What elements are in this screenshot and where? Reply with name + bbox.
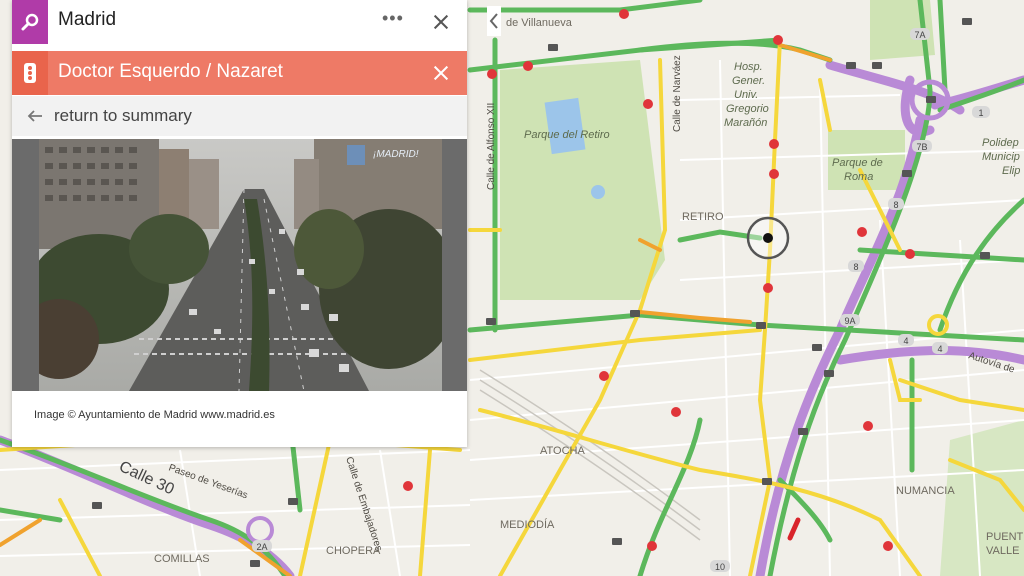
arrow-left-icon (27, 110, 42, 122)
svg-text:Univ.: Univ. (734, 89, 758, 101)
search-query[interactable]: Madrid (58, 9, 116, 31)
shield-4b: 4 (937, 344, 942, 354)
park-retiro-area (500, 60, 665, 300)
label-parque-retiro: Parque del Retiro (524, 129, 610, 141)
traffic-light-icon (24, 63, 36, 83)
shield-9a: 9A (844, 316, 855, 326)
return-to-summary-link[interactable]: return to summary (12, 96, 467, 136)
svg-text:Gener.: Gener. (732, 75, 765, 87)
search-icon (21, 13, 39, 31)
svg-text:Hosp.: Hosp. (734, 61, 763, 73)
search-bar: Madrid ••• (12, 0, 467, 44)
traffic-camera-panel: Madrid ••• Doctor Esquerdo / Nazaret ret… (12, 0, 467, 447)
camera-image-frame: ¡MADRID! (12, 139, 467, 391)
label-parque-roma-2: Roma (844, 171, 873, 183)
label-alfonso: Calle de Alfonso XII (486, 103, 497, 190)
more-options-button[interactable]: ••• (382, 8, 404, 29)
label-mediodia: MEDIODÍA (500, 518, 555, 531)
label-villanueva: de Villanueva (506, 17, 573, 29)
camera-title: Doctor Esquerdo / Nazaret (58, 61, 283, 82)
label-polidep-2: Municip (982, 151, 1020, 163)
selected-location-marker[interactable] (746, 216, 790, 260)
label-puente-2: VALLE (986, 545, 1019, 557)
shield-2a: 2A (256, 542, 267, 552)
shield-7a: 7A (914, 30, 925, 40)
camera-title-bar: Doctor Esquerdo / Nazaret (12, 51, 467, 95)
close-detail-icon[interactable] (432, 64, 450, 82)
shield-10: 10 (715, 562, 725, 572)
label-retiro: RETIRO (682, 211, 724, 223)
shield-8a: 8 (893, 200, 898, 210)
label-narvaez: Calle de Narváez (672, 55, 683, 132)
close-search-icon[interactable] (432, 13, 450, 31)
pond-shape (544, 97, 586, 155)
label-atocha: ATOCHA (540, 445, 585, 457)
shield-7b: 7B (916, 142, 927, 152)
collapse-panel-button[interactable] (487, 6, 501, 36)
svg-text:Gregorio: Gregorio (726, 103, 769, 115)
label-polidep-3: Elip (1002, 165, 1020, 177)
pond-small (591, 185, 605, 199)
chevron-left-icon (489, 13, 498, 29)
ellipsis-icon: ••• (382, 8, 404, 28)
traffic-light-badge (12, 51, 48, 95)
label-parque-roma-1: Parque de (832, 157, 883, 169)
label-puente-1: PUENT (986, 531, 1024, 543)
shield-4a: 4 (903, 336, 908, 346)
search-badge[interactable] (12, 0, 48, 44)
image-credit: Image © Ayuntamiento de Madrid www.madri… (34, 409, 275, 421)
shield-8b: 8 (853, 262, 858, 272)
madrid-watermark: ¡MADRID! (373, 149, 419, 160)
shield-1: 1 (978, 108, 983, 118)
label-polidep-1: Polidep (982, 137, 1019, 149)
svg-text:Marañón: Marañón (724, 117, 767, 129)
traffic-camera-image[interactable]: ¡MADRID! (39, 139, 442, 391)
label-numancia: NUMANCIA (896, 485, 955, 497)
return-label: return to summary (54, 106, 192, 125)
label-comillas: COMILLAS (154, 553, 210, 565)
